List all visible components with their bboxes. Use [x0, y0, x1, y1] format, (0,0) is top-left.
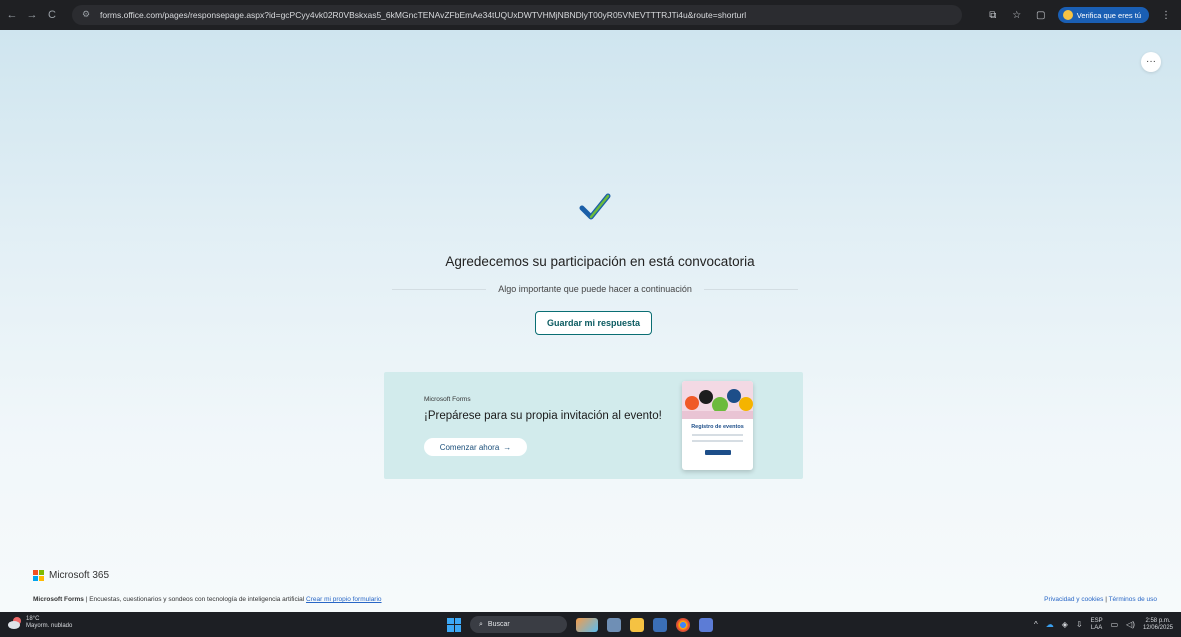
privacy-link[interactable]: Privacidad y cookies [1044, 596, 1103, 603]
onedrive-icon[interactable]: ☁ [1046, 620, 1054, 629]
network-icon[interactable]: ▭ [1111, 620, 1119, 629]
divider-line [392, 288, 487, 290]
event-illustration [682, 381, 753, 419]
back-arrow-icon[interactable]: ← [4, 7, 20, 23]
date: 12/06/2025 [1142, 624, 1173, 631]
microsoft-logo-icon [33, 570, 44, 581]
install-icon[interactable]: ⧉ [986, 10, 1000, 21]
browser-toolbar: ← → C ⚙ forms.office.com/pages/responsep… [0, 0, 1181, 30]
menu-icon[interactable]: ⋮ [1159, 10, 1173, 21]
app-icon[interactable] [699, 617, 713, 632]
microsoft-365-logo: Microsoft 365 [33, 570, 109, 581]
star-icon[interactable]: ☆ [1010, 10, 1024, 21]
search-label: Buscar [487, 621, 510, 628]
file-explorer-icon[interactable] [630, 617, 644, 632]
weather-widget[interactable]: 18°C Mayorm. nublado [8, 616, 72, 630]
start-now-label: Comenzar ahora [439, 442, 500, 452]
next-steps-divider: Algo importante que puede hacer a contin… [392, 282, 799, 296]
profile-button[interactable]: Verifica que eres tú [1057, 7, 1149, 23]
footer-description: Microsoft Forms | Encuestas, cuestionari… [33, 596, 382, 603]
divider-line [703, 288, 799, 290]
footer-brand: Microsoft Forms [33, 596, 84, 603]
create-form-link[interactable]: Crear mi propio formulario [306, 596, 382, 603]
promo-title: ¡Prepárese para su propia invitación al … [424, 410, 662, 422]
weather-cloud-icon [8, 617, 21, 629]
chevron-up-icon[interactable]: ^ [1034, 620, 1038, 629]
clock[interactable]: 2:58 p.m. 12/06/2025 [1143, 618, 1173, 632]
store-app-icon[interactable] [653, 617, 667, 632]
save-response-button[interactable]: Guardar mi respuesta [535, 311, 652, 335]
checkmark-icon [579, 193, 611, 220]
event-registration-card: Registro de eventos [682, 381, 753, 470]
temperature: 18°C [26, 616, 40, 622]
site-info-icon[interactable]: ⚙ [82, 9, 94, 21]
thank-you-message: Agredecemos su participación en está con… [445, 254, 755, 269]
language-indicator[interactable]: ESP LAA [1091, 618, 1103, 632]
microsoft-365-text: Microsoft 365 [49, 570, 110, 581]
card-title: Registro de eventos [691, 424, 744, 430]
url-text[interactable]: forms.office.com/pages/responsepage.aspx… [100, 10, 746, 20]
tray-app-icon[interactable]: ◈ [1062, 620, 1068, 629]
address-bar[interactable]: ⚙ forms.office.com/pages/responsepage.as… [72, 5, 962, 25]
forward-arrow-icon[interactable]: → [24, 7, 40, 23]
promo-banner: Microsoft Forms ¡Prepárese para su propi… [384, 372, 803, 479]
start-now-button[interactable]: Comenzar ahora → [424, 438, 527, 456]
reload-icon[interactable]: C [44, 7, 60, 23]
widgets-app-icon[interactable] [576, 617, 598, 632]
chrome-app-icon[interactable] [676, 617, 690, 632]
extensions-icon[interactable]: ▢ [1034, 10, 1048, 21]
time: 2:58 p.m. [1145, 617, 1171, 624]
footer-links: Privacidad y cookies | Términos de uso [1044, 596, 1157, 603]
weather-condition: Mayorm. nublado [26, 623, 73, 629]
lang-bottom: LAA [1090, 624, 1103, 631]
arrow-right-icon: → [503, 442, 512, 452]
card-text-line [692, 440, 743, 442]
footer-description-text: | Encuestas, cuestionarios y sondeos con… [83, 596, 307, 603]
card-button [704, 450, 731, 455]
taskbar-search[interactable]: ⌕ Buscar [470, 616, 567, 633]
form-response-page: ··· Agredecemos su participación en está… [0, 30, 1181, 612]
task-view-icon[interactable] [607, 617, 621, 632]
volume-icon[interactable]: ◁) [1126, 620, 1135, 629]
next-steps-text: Algo importante que puede hacer a contin… [498, 284, 692, 294]
profile-avatar-icon [1062, 10, 1073, 20]
lang-top: ESP [1090, 617, 1103, 624]
terms-link[interactable]: Términos de uso [1109, 596, 1157, 603]
search-icon: ⌕ [479, 620, 483, 628]
card-text-line [692, 434, 743, 436]
promo-brand: Microsoft Forms [424, 396, 471, 403]
profile-label: Verifica que eres tú [1076, 10, 1141, 20]
windows-taskbar: 18°C Mayorm. nublado ⌕ Buscar ^ ☁ ◈ ⇩ ES… [0, 612, 1181, 637]
windows-start-icon[interactable] [447, 617, 461, 632]
more-options-button[interactable]: ··· [1141, 52, 1161, 72]
usb-icon[interactable]: ⇩ [1076, 620, 1083, 629]
